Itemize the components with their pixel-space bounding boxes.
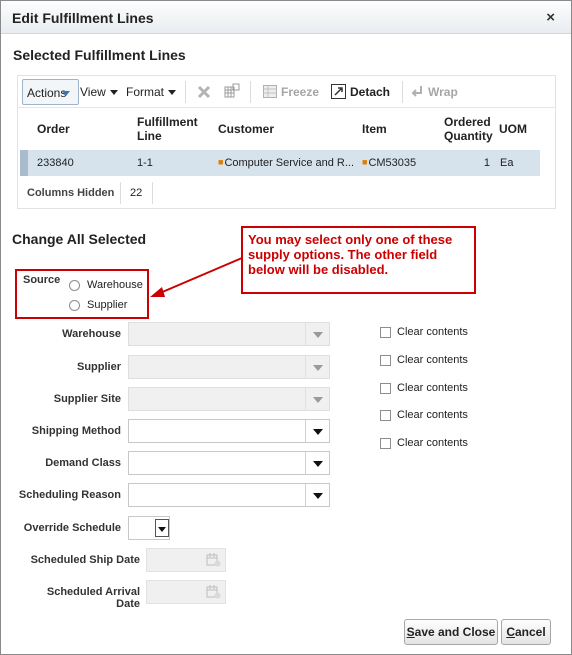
scheduled-ship-date-label: Scheduled Ship Date bbox=[30, 554, 140, 566]
chevron-down-icon[interactable] bbox=[305, 484, 329, 506]
fulfillment-lines-table: Actions View Format Freeze Detach Wrap O… bbox=[17, 75, 556, 209]
cell-uom: Ea bbox=[500, 157, 514, 169]
col-order[interactable]: Order bbox=[37, 122, 70, 136]
columns-hidden-count: 22 bbox=[130, 187, 143, 199]
cancel-button[interactable]: Cancel bbox=[501, 619, 551, 645]
columns-hidden-label: Columns Hidden bbox=[27, 187, 115, 199]
clear-warehouse-checkbox[interactable] bbox=[380, 327, 391, 338]
format-menu[interactable]: Format bbox=[126, 85, 177, 99]
source-supplier-radio[interactable] bbox=[69, 300, 80, 311]
cell-order: 233840 bbox=[37, 157, 74, 169]
clear-contents-label: Clear contents bbox=[397, 354, 468, 366]
cell-line: 1-1 bbox=[137, 157, 153, 169]
col-qty-label-2: Quantity bbox=[444, 129, 493, 143]
cell-quantity: 1 bbox=[483, 157, 490, 169]
supplier-select bbox=[128, 355, 330, 379]
shipping-method-select[interactable] bbox=[128, 419, 330, 443]
chevron-down-icon bbox=[305, 388, 329, 410]
callout-arrow-icon bbox=[150, 257, 243, 297]
col-fulfillment-line-label-1: Fulfillment bbox=[137, 115, 198, 129]
scheduled-arrival-date-input bbox=[146, 580, 226, 604]
view-menu[interactable]: View bbox=[80, 85, 118, 99]
toolbar-divider bbox=[250, 81, 251, 103]
cell-item: ■CM53035 bbox=[362, 157, 417, 169]
supplier-site-select bbox=[128, 387, 330, 411]
edit-fulfillment-dialog: Edit Fulfillment Lines × Selected Fulfil… bbox=[0, 0, 572, 655]
detach-button[interactable]: Detach bbox=[350, 85, 390, 99]
footer-divider bbox=[120, 182, 121, 204]
chevron-down-icon bbox=[305, 356, 329, 378]
detach-icon bbox=[331, 84, 346, 99]
actions-menu-button[interactable]: Actions bbox=[22, 79, 79, 105]
close-icon[interactable]: × bbox=[546, 9, 555, 26]
chevron-down-icon bbox=[305, 323, 329, 345]
clear-contents-label: Clear contents bbox=[397, 382, 468, 394]
chevron-down-icon bbox=[62, 91, 70, 96]
override-schedule-label: Override Schedule bbox=[23, 522, 121, 534]
source-warehouse-radio[interactable] bbox=[69, 280, 80, 291]
col-fulfillment-line-label-2: Line bbox=[137, 129, 162, 143]
table-row[interactable]: 233840 1-1 ■Computer Service and R... ■C… bbox=[20, 150, 540, 176]
warehouse-select bbox=[128, 322, 330, 346]
required-marker-icon: ■ bbox=[362, 157, 368, 167]
chevron-down-icon bbox=[109, 90, 118, 96]
wrap-icon bbox=[411, 86, 422, 97]
toolbar-divider bbox=[185, 81, 186, 103]
clear-supplier-site-checkbox[interactable] bbox=[380, 383, 391, 394]
wrap-button[interactable]: Wrap bbox=[428, 85, 458, 99]
col-item[interactable]: Item bbox=[362, 122, 387, 136]
annotation-callout: You may select only one of these supply … bbox=[241, 226, 476, 294]
override-schedule-select[interactable] bbox=[128, 516, 170, 540]
edit-grid-icon[interactable] bbox=[224, 83, 240, 99]
clear-contents-label: Clear contents bbox=[397, 409, 468, 421]
dialog-title: Edit Fulfillment Lines bbox=[12, 10, 154, 26]
actions-label: Actions bbox=[27, 86, 67, 100]
calendar-icon bbox=[206, 553, 221, 567]
selected-lines-heading: Selected Fulfillment Lines bbox=[13, 47, 186, 63]
chevron-down-icon bbox=[168, 90, 177, 96]
scheduling-reason-label: Scheduling Reason bbox=[18, 489, 121, 501]
table-toolbar: Actions View Format Freeze Detach Wrap bbox=[18, 76, 555, 108]
footer-divider bbox=[152, 182, 153, 204]
source-label: Source bbox=[23, 274, 61, 286]
table-footer: Columns Hidden 22 bbox=[18, 178, 555, 208]
supplier-label: Supplier bbox=[76, 361, 121, 373]
row-selector[interactable] bbox=[20, 150, 28, 176]
col-uom[interactable]: UOM bbox=[499, 122, 527, 136]
chevron-down-icon[interactable] bbox=[305, 452, 329, 474]
delete-x-icon[interactable] bbox=[197, 85, 211, 99]
dialog-titlebar: Edit Fulfillment Lines × bbox=[1, 1, 571, 34]
chevron-down-icon[interactable] bbox=[305, 420, 329, 442]
scheduled-ship-date-input bbox=[146, 548, 226, 572]
supplier-site-label: Supplier Site bbox=[53, 393, 121, 405]
clear-demand-class-checkbox[interactable] bbox=[380, 438, 391, 449]
clear-supplier-checkbox[interactable] bbox=[380, 355, 391, 366]
toolbar-divider bbox=[402, 81, 403, 103]
warehouse-label: Warehouse bbox=[62, 328, 121, 340]
scheduled-arrival-date-label: Scheduled Arrival Date bbox=[46, 586, 140, 610]
demand-class-select[interactable] bbox=[128, 451, 330, 475]
cell-customer: ■Computer Service and R... bbox=[218, 157, 355, 169]
col-qty-label-1: Ordered bbox=[444, 115, 491, 129]
clear-contents-label: Clear contents bbox=[397, 437, 468, 449]
clear-contents-label: Clear contents bbox=[397, 326, 468, 338]
col-customer[interactable]: Customer bbox=[218, 122, 274, 136]
source-supplier-label: Supplier bbox=[87, 299, 128, 311]
col-fulfillment-line[interactable]: Fulfillment Line bbox=[137, 115, 198, 143]
chevron-down-icon[interactable] bbox=[155, 519, 169, 537]
freeze-button[interactable]: Freeze bbox=[281, 85, 319, 99]
change-all-heading: Change All Selected bbox=[12, 231, 147, 247]
source-warehouse-label: Warehouse bbox=[87, 279, 143, 291]
scheduling-reason-select[interactable] bbox=[128, 483, 330, 507]
freeze-icon bbox=[263, 85, 277, 98]
demand-class-label: Demand Class bbox=[45, 457, 121, 469]
shipping-method-label: Shipping Method bbox=[31, 425, 121, 437]
col-ordered-quantity[interactable]: Ordered Quantity bbox=[444, 115, 493, 143]
required-marker-icon: ■ bbox=[218, 157, 224, 167]
save-and-close-button[interactable]: Save and Close bbox=[404, 619, 498, 645]
calendar-icon bbox=[206, 585, 221, 599]
clear-shipping-method-checkbox[interactable] bbox=[380, 410, 391, 421]
